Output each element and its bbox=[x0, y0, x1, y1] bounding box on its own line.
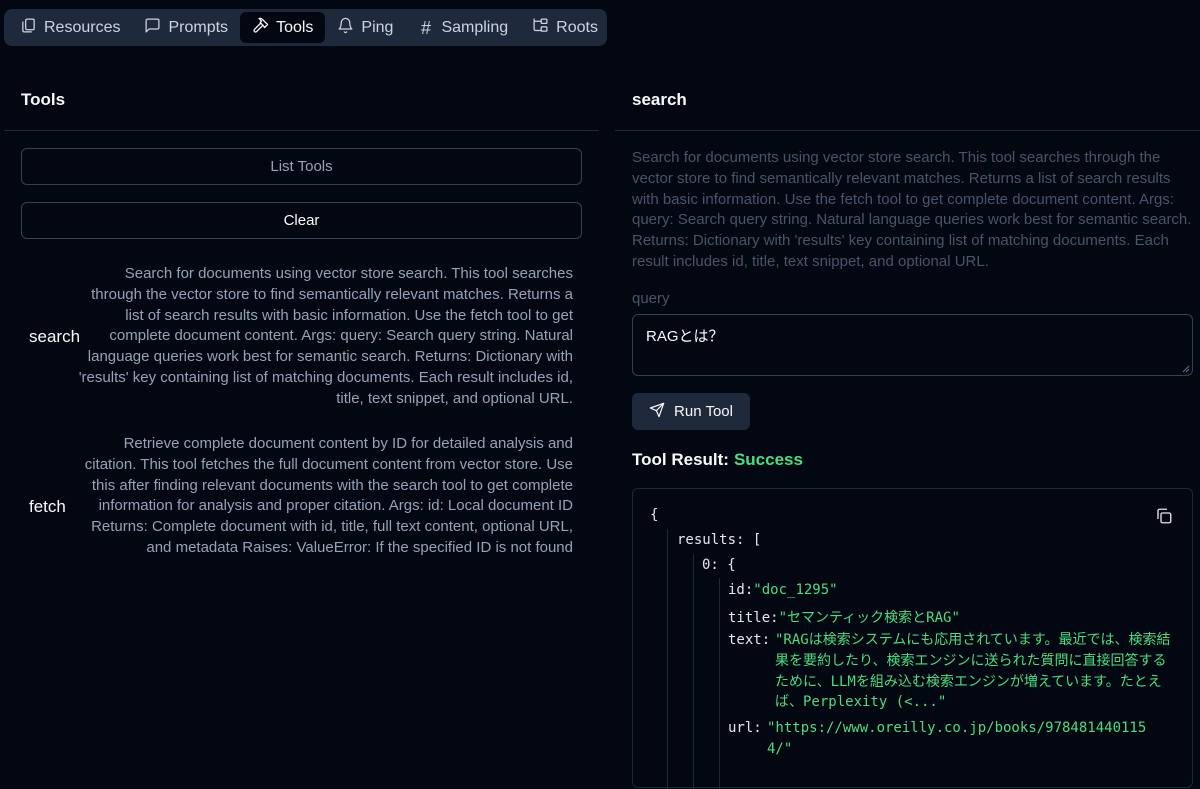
indent-guide bbox=[719, 578, 720, 789]
json-bracket: [ bbox=[752, 532, 762, 548]
tab-sampling[interactable]: # Sampling bbox=[405, 12, 520, 43]
copy-icon bbox=[1155, 508, 1173, 529]
json-string: "doc_1295" bbox=[753, 582, 838, 598]
json-key: results: bbox=[677, 532, 745, 548]
tab-resources[interactable]: Resources bbox=[8, 12, 132, 43]
selected-tool-title: search bbox=[632, 90, 687, 109]
json-line-id: id:"doc_1295" bbox=[728, 582, 838, 598]
selected-tool-description: Search for documents using vector store … bbox=[632, 149, 1192, 270]
run-tool-label: Run Tool bbox=[674, 403, 733, 420]
divider bbox=[4, 130, 599, 131]
tool-item-search[interactable]: search Search for documents using vector… bbox=[21, 264, 573, 410]
tab-ping[interactable]: Ping bbox=[325, 12, 405, 43]
tool-name: fetch bbox=[29, 497, 66, 516]
tools-panel-title: Tools bbox=[21, 90, 66, 109]
json-line-url-key: url: bbox=[728, 720, 762, 736]
bell-icon bbox=[337, 17, 354, 39]
hash-icon: # bbox=[420, 17, 431, 38]
indent-guide bbox=[667, 529, 668, 789]
copy-button[interactable] bbox=[1155, 507, 1175, 527]
json-key: 0: bbox=[702, 557, 719, 573]
json-line-text-key: text: bbox=[728, 632, 771, 648]
top-tab-bar: Resources Prompts Tools Ping # Sampling … bbox=[4, 9, 607, 46]
resize-grip-icon[interactable] bbox=[1182, 365, 1190, 373]
json-line-results: results: [ bbox=[677, 532, 761, 548]
query-input[interactable]: RAGとは？ bbox=[632, 314, 1193, 376]
tab-label: Sampling bbox=[441, 18, 509, 36]
list-tools-button[interactable]: List Tools bbox=[21, 148, 582, 185]
json-open-brace: { bbox=[650, 507, 659, 523]
tool-description: Retrieve complete document content by ID… bbox=[84, 435, 573, 556]
query-label: query bbox=[632, 290, 670, 307]
json-result-viewer[interactable]: { results: [ 0: { id:"doc_1295" title:"セ… bbox=[632, 488, 1193, 789]
tool-item-fetch[interactable]: fetch Retrieve complete document content… bbox=[21, 434, 573, 580]
tab-tools[interactable]: Tools bbox=[240, 12, 326, 43]
tab-label: Prompts bbox=[168, 18, 229, 36]
tool-result-heading: Tool Result: Success bbox=[632, 450, 803, 470]
hammer-icon bbox=[252, 17, 269, 39]
json-string-url: "https://www.oreilly.co.jp/books/9784814… bbox=[767, 720, 1147, 757]
tab-label: Resources bbox=[44, 18, 121, 36]
run-tool-button[interactable]: Run Tool bbox=[632, 393, 750, 430]
tool-result-label: Tool Result: bbox=[632, 450, 729, 469]
clear-button[interactable]: Clear bbox=[21, 202, 582, 239]
status-badge: Success bbox=[733, 450, 803, 469]
tab-label: Ping bbox=[361, 18, 394, 36]
send-icon bbox=[649, 402, 665, 422]
tab-label: Roots bbox=[556, 18, 598, 36]
json-string-text: "RAGは検索システムにも応用されています。最近では、検索結果を要約したり、検索… bbox=[775, 632, 1171, 711]
indent-guide bbox=[693, 554, 694, 789]
json-brace: { bbox=[727, 557, 736, 573]
json-line-title: title:"セマンティック検索とRAG" bbox=[728, 607, 960, 627]
divider bbox=[615, 130, 1200, 131]
tool-description: Search for documents using vector store … bbox=[78, 265, 573, 407]
tab-roots[interactable]: Roots bbox=[520, 12, 610, 43]
folder-tree-icon bbox=[532, 17, 549, 39]
query-value: RAGとは？ bbox=[646, 328, 724, 345]
json-key: id: bbox=[728, 582, 754, 598]
tab-prompts[interactable]: Prompts bbox=[132, 12, 240, 43]
json-key: title: bbox=[728, 610, 779, 626]
files-icon bbox=[20, 17, 37, 39]
json-string: "セマンティック検索とRAG" bbox=[778, 610, 960, 626]
json-line-index: 0: { bbox=[702, 557, 736, 573]
tab-label: Tools bbox=[276, 18, 314, 36]
message-square-icon bbox=[144, 17, 161, 39]
